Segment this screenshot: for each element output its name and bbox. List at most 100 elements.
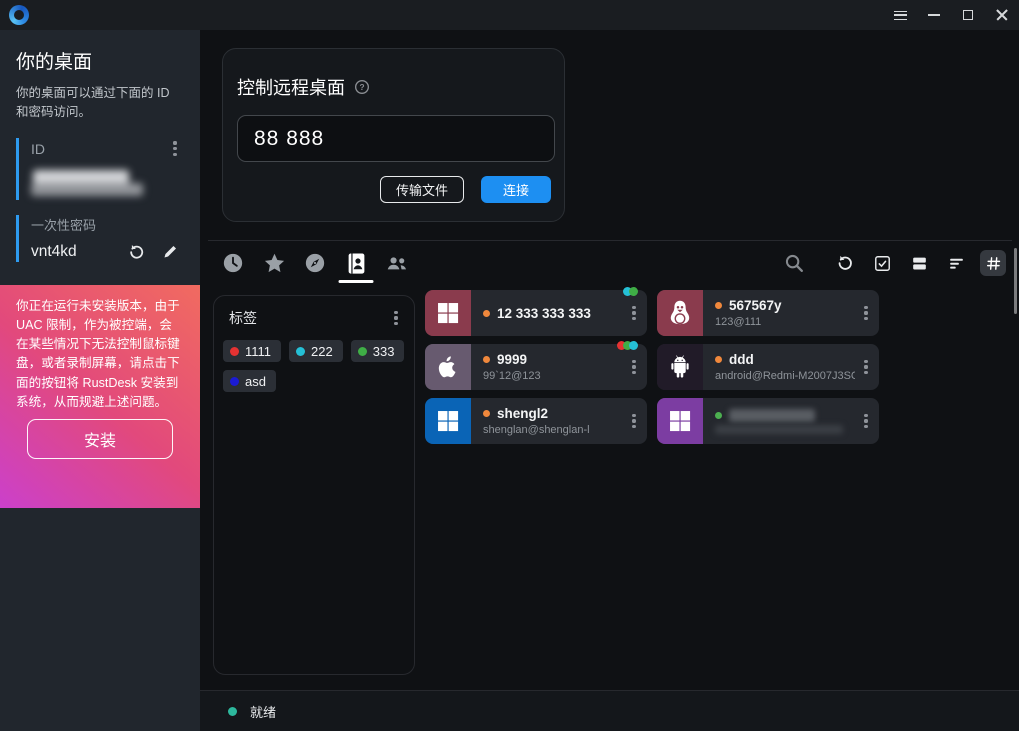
peer-os-tile [657, 398, 703, 444]
connect-card-title: 控制远程桌面 [237, 74, 345, 100]
peer-name: ddd [729, 352, 754, 367]
card-view-button[interactable] [906, 250, 932, 276]
control-remote-desktop-card: 控制远程桌面 ? 传输文件 连接 [222, 48, 565, 222]
tags-panel: 标签 1111 222 333 asd [213, 295, 415, 675]
windows-icon [667, 408, 693, 434]
password-section: 一次性密码 vnt4kd [16, 215, 184, 262]
connect-button[interactable]: 连接 [481, 176, 551, 203]
peer-card[interactable]: shengl2 shenglan@shenglan-l [425, 398, 647, 444]
multi-select-icon [873, 254, 892, 273]
peer-tag-dots [626, 287, 638, 296]
minimize-icon [928, 14, 940, 16]
peer-info: 12 333 333 333 [471, 290, 625, 336]
peer-address: shenglan@shenglan-l [483, 424, 623, 436]
tag-label: 1111 [245, 344, 271, 359]
peer-status-dot [483, 356, 490, 363]
help-icon[interactable]: ? [354, 79, 370, 95]
peer-info: 9999 99`12@123 [471, 344, 625, 390]
app-menu-button[interactable] [883, 0, 917, 30]
tag-chip[interactable]: 333 [351, 340, 405, 362]
peer-menu-button[interactable] [625, 410, 643, 432]
tag-chip[interactable]: 222 [289, 340, 343, 362]
tab-address-book[interactable] [344, 251, 368, 275]
peer-info: 567567y 123@111 [703, 290, 857, 336]
search-button[interactable] [781, 250, 807, 276]
peer-toolbar [200, 241, 1019, 285]
maximize-button[interactable] [951, 0, 985, 30]
status-text: 就绪 [250, 702, 276, 721]
grid-view-icon [985, 255, 1002, 272]
tab-group[interactable] [385, 251, 409, 275]
list-view-button[interactable] [943, 250, 969, 276]
peer-name: 12 333 333 333 [497, 306, 591, 321]
titlebar [0, 0, 1019, 30]
scrollbar-thumb[interactable] [1014, 248, 1017, 314]
peer-status-dot [483, 410, 490, 417]
linux-tux-icon [665, 298, 695, 328]
edit-password-button[interactable] [160, 242, 180, 262]
tag-color-dot [296, 347, 305, 356]
peer-card[interactable]: 567567y 123@111 [657, 290, 879, 336]
peer-os-tile [425, 290, 471, 336]
one-time-password-value: vnt4kd [31, 243, 77, 261]
install-button[interactable]: 安装 [27, 419, 173, 459]
peer-menu-button[interactable] [857, 356, 875, 378]
transfer-file-button[interactable]: 传输文件 [380, 176, 464, 203]
peer-menu-button[interactable] [857, 302, 875, 324]
pencil-icon [162, 243, 179, 260]
multi-select-button[interactable] [869, 250, 895, 276]
remote-id-input[interactable] [237, 115, 555, 162]
regenerate-password-button[interactable] [127, 242, 147, 262]
redacted-peer-name [729, 409, 815, 422]
tab-favorites[interactable] [262, 251, 286, 275]
refresh-icon [128, 243, 146, 261]
peer-address: 99`12@123 [483, 370, 623, 382]
peer-name: shengl2 [497, 406, 548, 421]
rustdesk-logo-icon [9, 5, 29, 25]
peer-os-tile [657, 344, 703, 390]
install-warning-text: 你正在运行未安装版本，由于 UAC 限制，作为被控端，会在某些情况下无法控制鼠标… [16, 297, 184, 412]
windows-icon [435, 408, 461, 434]
peer-info: shengl2 shenglan@shenglan-l [471, 398, 625, 444]
peer-card[interactable]: 12 333 333 333 [425, 290, 647, 336]
sidebar: 你的桌面 你的桌面可以通过下面的 ID 和密码访问。 ID 一次性密码 vnt4… [0, 30, 200, 731]
status-led [228, 707, 237, 716]
sidebar-description: 你的桌面可以通过下面的 ID 和密码访问。 [16, 84, 184, 123]
peer-menu-button[interactable] [625, 302, 643, 324]
refresh-peers-button[interactable] [832, 250, 858, 276]
peer-address: 123@111 [715, 316, 855, 328]
id-menu-button[interactable] [166, 138, 184, 160]
tag-chip-list: 1111 222 333 asd [223, 340, 405, 392]
clock-icon [222, 252, 244, 274]
grid-view-button[interactable] [980, 250, 1006, 276]
peer-status-dot [715, 356, 722, 363]
status-bar: 就绪 [200, 690, 1019, 731]
main-area: 控制远程桌面 ? 传输文件 连接 [200, 30, 1019, 731]
window-controls [883, 0, 1019, 30]
peer-card[interactable]: ddd android@Redmi-M2007J3SC [657, 344, 879, 390]
peer-menu-button[interactable] [625, 356, 643, 378]
tag-chip[interactable]: asd [223, 370, 276, 392]
tags-title: 标签 [229, 308, 257, 328]
redacted-id-value [31, 168, 184, 200]
tags-menu-button[interactable] [387, 307, 405, 329]
peer-content: 标签 1111 222 333 asd 12 333 333 333 [213, 290, 1010, 690]
tag-color-dot [230, 347, 239, 356]
id-section: ID [16, 138, 184, 200]
peer-card[interactable]: 9999 99`12@123 [425, 344, 647, 390]
tab-discovered[interactable] [303, 251, 327, 275]
minimize-button[interactable] [917, 0, 951, 30]
peer-menu-button[interactable] [857, 410, 875, 432]
peer-status-dot [715, 302, 722, 309]
selected-tab-underline [339, 280, 374, 283]
tag-chip[interactable]: 1111 [223, 340, 281, 362]
android-icon [666, 353, 694, 381]
redacted-peer-address [715, 425, 843, 434]
svg-text:?: ? [359, 82, 364, 92]
list-view-icon [947, 254, 966, 273]
tab-recent-sessions[interactable] [221, 251, 245, 275]
compass-icon [304, 252, 326, 274]
tag-label: 333 [373, 344, 395, 359]
peer-card[interactable] [657, 398, 879, 444]
close-button[interactable] [985, 0, 1019, 30]
